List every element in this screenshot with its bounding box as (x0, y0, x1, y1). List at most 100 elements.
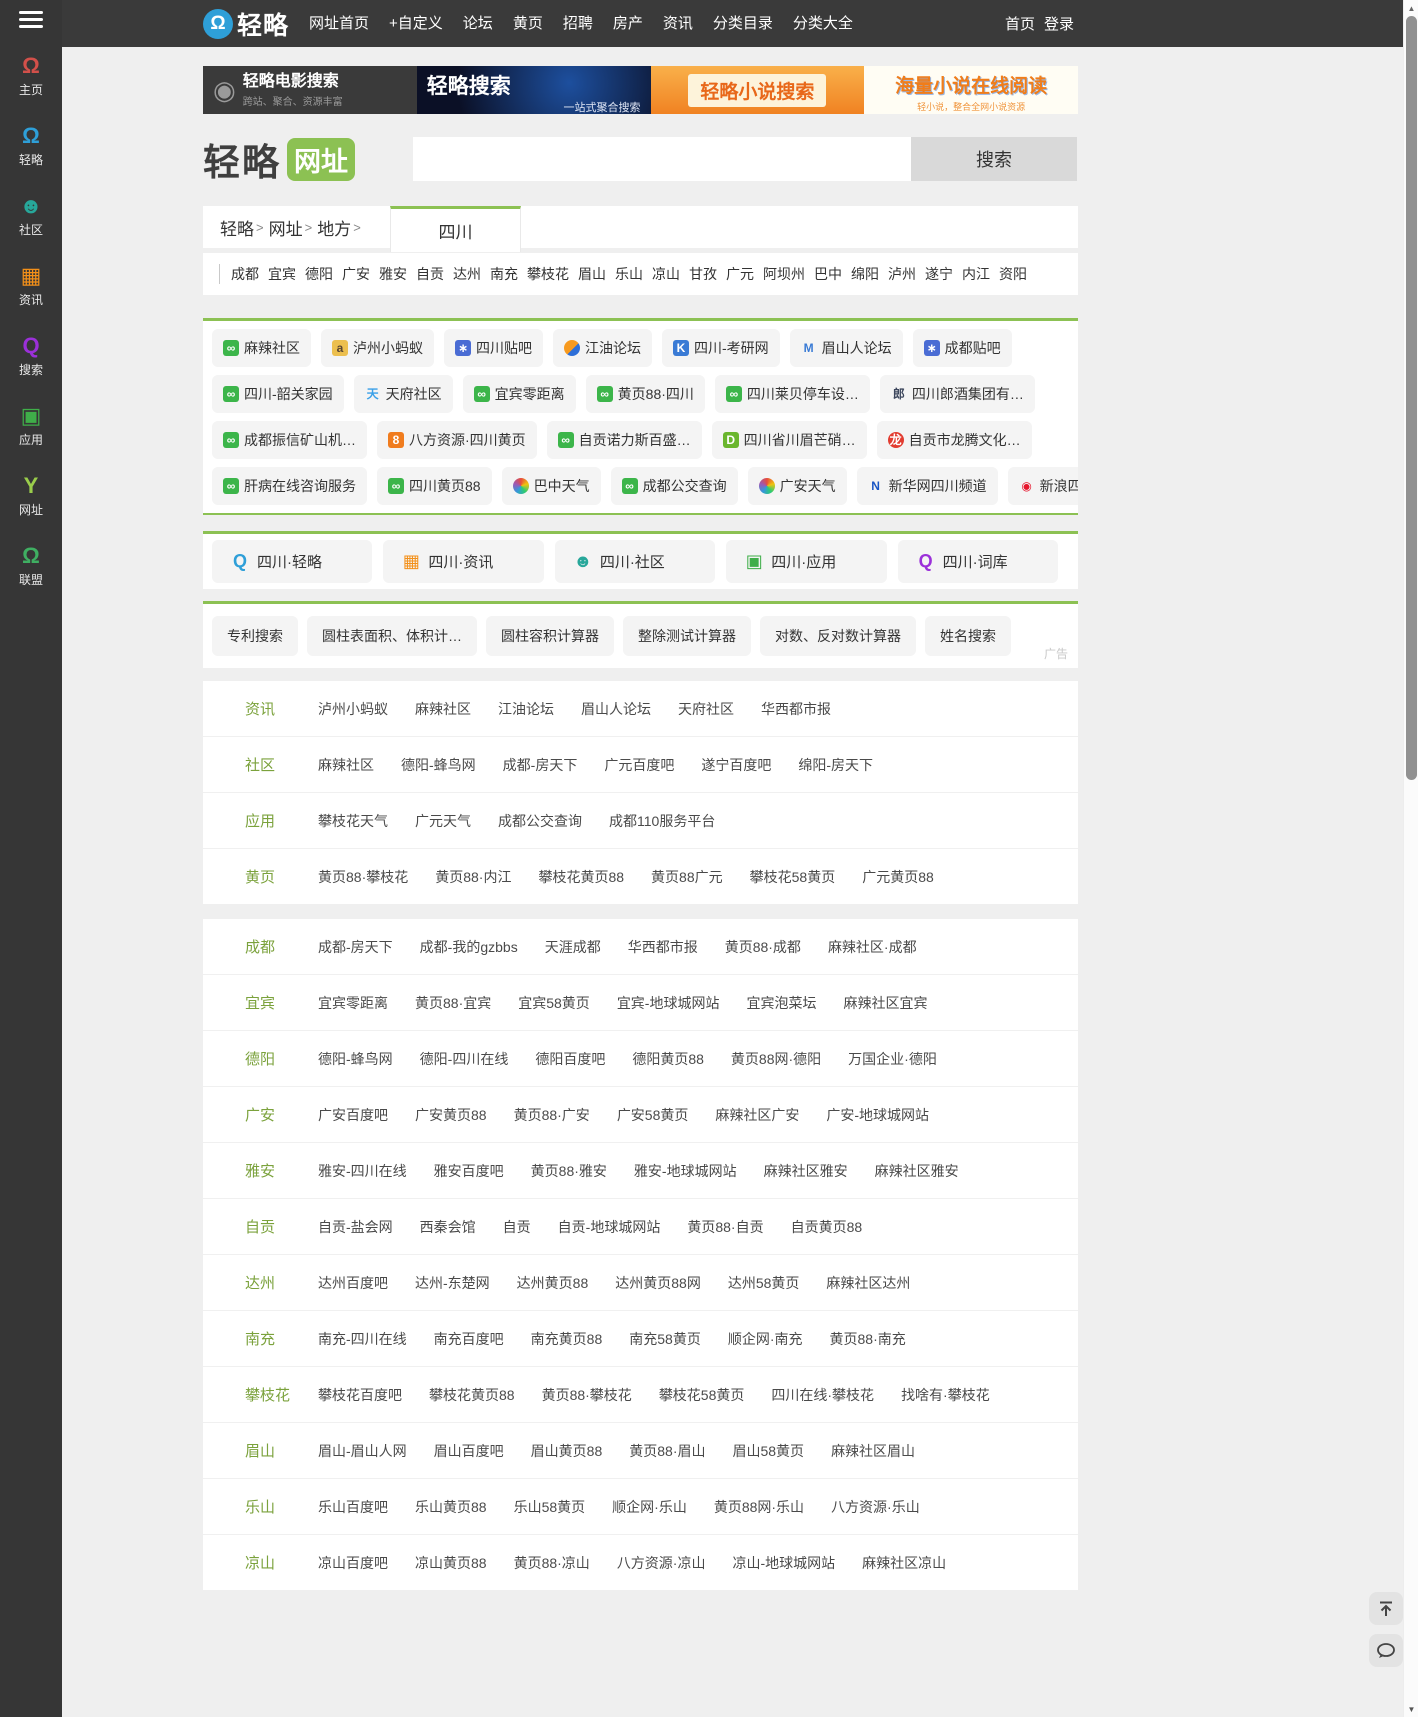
category-tile[interactable]: ▦ 四川·资讯 (383, 540, 544, 583)
site-tile[interactable]: D 四川省川眉芒硝… (711, 421, 867, 459)
city-link[interactable]: 达州 (453, 264, 481, 284)
site-tile[interactable]: ∞ 肝病在线咨询服务 (212, 467, 367, 505)
listing-link[interactable]: 自贡-地球城网站 (558, 1217, 661, 1237)
listing-link[interactable]: 华西都市报 (761, 699, 831, 719)
site-tile[interactable]: K 四川-考研网 (662, 329, 780, 367)
site-tile[interactable]: ∞ 四川黄页88 (377, 467, 492, 505)
banner-movie-search[interactable]: ◉ 轻略电影搜索 跨站、聚合、资源丰富 (203, 66, 417, 114)
listing-link[interactable]: 成都-房天下 (503, 755, 578, 775)
site-tile[interactable]: ∞ 成都振信矿山机… (212, 421, 367, 459)
nav-item[interactable]: 分类目录 (703, 0, 783, 47)
listing-link[interactable]: 麻辣社区 (415, 699, 471, 719)
listing-link[interactable]: 找啥有·攀枝花 (901, 1385, 990, 1405)
listing-row-label[interactable]: 资讯 (245, 698, 318, 719)
city-link[interactable]: 资阳 (999, 264, 1027, 284)
listing-row-label[interactable]: 自贡 (245, 1216, 318, 1237)
nav-item[interactable]: 网址首页 (299, 0, 379, 47)
listing-link[interactable]: 天府社区 (678, 699, 734, 719)
sidebar-item-apps[interactable]: ▣ 应用 (0, 402, 62, 448)
listing-link[interactable]: 雅安-地球城网站 (634, 1161, 737, 1181)
listing-link[interactable]: 黄页88·眉山 (629, 1441, 705, 1461)
listing-link[interactable]: 麻辣社区达州 (826, 1273, 910, 1293)
navbar-brand[interactable]: Ω 轻略 (203, 6, 289, 42)
listing-link[interactable]: 八方资源·凉山 (617, 1553, 706, 1573)
listing-row-label[interactable]: 南充 (245, 1328, 318, 1349)
listing-link[interactable]: 绵阳-房天下 (798, 755, 873, 775)
listing-link[interactable]: 宜宾泡菜坛 (746, 993, 816, 1013)
listing-link[interactable]: 凉山百度吧 (318, 1553, 388, 1573)
listing-link[interactable]: 黄页88广元 (651, 867, 723, 887)
listing-link[interactable]: 黄页88·南充 (830, 1329, 906, 1349)
site-tile[interactable]: 广安天气 (747, 467, 847, 505)
listing-row-label[interactable]: 广安 (245, 1104, 318, 1125)
listing-row-label[interactable]: 乐山 (245, 1496, 318, 1517)
listing-link[interactable]: 凉山黄页88 (415, 1553, 487, 1573)
banner-novel-search[interactable]: 轻略小说搜索 (650, 66, 865, 114)
site-tile[interactable]: ∞ 四川-韶关家园 (212, 375, 344, 413)
listing-link[interactable]: 黄页88·宜宾 (415, 993, 491, 1013)
sidebar-item-union[interactable]: Ω 联盟 (0, 542, 62, 588)
listing-link[interactable]: 南充百度吧 (434, 1329, 504, 1349)
listing-link[interactable]: 德阳-蜂鸟网 (401, 755, 476, 775)
city-link[interactable]: 广安 (342, 264, 370, 284)
listing-link[interactable]: 八方资源·乐山 (831, 1497, 920, 1517)
city-link[interactable]: 巴中 (814, 264, 842, 284)
listing-link[interactable]: 麻辣社区·成都 (828, 937, 917, 957)
listing-link[interactable]: 黄页88网·乐山 (714, 1497, 804, 1517)
site-tile[interactable]: ◉ 新浪四川 (1007, 467, 1078, 505)
site-tile[interactable]: ∞ 自贡诺力斯百盛… (546, 421, 702, 459)
city-link[interactable]: 阿坝州 (763, 264, 805, 284)
banner-qinglue-search[interactable]: 轻略搜索 一站式聚合搜索 (416, 66, 651, 114)
listing-link[interactable]: 黄页88·攀枝花 (318, 867, 408, 887)
site-tile[interactable]: 龙自贡市龙腾文化… (876, 421, 1032, 459)
breadcrumb-item[interactable]: 地方 (317, 215, 351, 240)
listing-link[interactable]: 南充58黄页 (629, 1329, 701, 1349)
site-tile[interactable]: 郎四川郎酒集团有… (879, 375, 1035, 413)
listing-link[interactable]: 顺企网·乐山 (612, 1497, 687, 1517)
city-link[interactable]: 德阳 (305, 264, 333, 284)
listing-link[interactable]: 麻辣社区雅安 (764, 1161, 848, 1181)
listing-link[interactable]: 攀枝花黄页88 (429, 1385, 515, 1405)
scrollbar-up-arrow[interactable]: ▲ (1404, 4, 1418, 13)
city-link[interactable]: 凉山 (652, 264, 680, 284)
listing-link[interactable]: 凉山-地球城网站 (732, 1553, 835, 1573)
listing-row-label[interactable]: 德阳 (245, 1048, 318, 1069)
site-tile[interactable]: 巴中天气 (501, 467, 601, 505)
listing-link[interactable]: 雅安-四川在线 (318, 1161, 407, 1181)
home-link[interactable]: 首页 (1005, 13, 1035, 34)
listing-link[interactable]: 黄页88·成都 (725, 937, 801, 957)
city-link[interactable]: 自贡 (416, 264, 444, 284)
listing-row-label[interactable]: 社区 (245, 754, 318, 775)
site-tile[interactable]: 江油论坛 (553, 329, 652, 367)
site-tile[interactable]: 天天府社区 (353, 375, 453, 413)
site-tile[interactable]: M 眉山人论坛 (789, 329, 903, 367)
city-link[interactable]: 雅安 (379, 264, 407, 284)
listing-link[interactable]: 华西都市报 (628, 937, 698, 957)
site-tile[interactable]: ∞ 成都公交查询 (610, 467, 738, 505)
listing-link[interactable]: 雅安百度吧 (434, 1161, 504, 1181)
back-to-top-button[interactable] (1369, 1592, 1403, 1625)
listing-row-label[interactable]: 应用 (245, 810, 318, 831)
listing-link[interactable]: 泸州小蚂蚁 (318, 699, 388, 719)
listing-link[interactable]: 德阳百度吧 (535, 1049, 605, 1069)
scrollbar-thumb[interactable] (1406, 16, 1417, 780)
listing-row-label[interactable]: 宜宾 (245, 992, 318, 1013)
nav-item[interactable]: 论坛 (453, 0, 503, 47)
site-tile[interactable]: ∞ 黄页88·四川 (585, 375, 705, 413)
sidebar-item-community[interactable]: ☻ 社区 (0, 192, 62, 238)
scrollbar-down-arrow[interactable]: ▼ (1404, 1705, 1418, 1714)
banner-novel-reading[interactable]: 海量小说在线阅读 轻小说，整合全网小说资源 (864, 66, 1078, 114)
sidebar-item-home[interactable]: Ω 主页 (0, 52, 62, 98)
sidebar-item-news[interactable]: ▦ 资讯 (0, 262, 62, 308)
tool-chip[interactable]: 姓名搜索 (925, 616, 1011, 656)
login-link[interactable]: 登录 (1044, 13, 1074, 34)
listing-link[interactable]: 乐山百度吧 (318, 1497, 388, 1517)
listing-row-label[interactable]: 达州 (245, 1272, 318, 1293)
listing-link[interactable]: 达州百度吧 (318, 1273, 388, 1293)
tool-chip[interactable]: 整除测试计算器 (623, 616, 751, 656)
city-link[interactable]: 成都 (231, 264, 259, 284)
category-tile[interactable]: ☻ 四川·社区 (554, 540, 716, 583)
sidebar-item-qinglue[interactable]: Ω 轻略 (0, 122, 62, 168)
tool-chip[interactable]: 圆柱表面积、体积计… (307, 616, 477, 656)
listing-link[interactable]: 天涯成都 (545, 937, 601, 957)
